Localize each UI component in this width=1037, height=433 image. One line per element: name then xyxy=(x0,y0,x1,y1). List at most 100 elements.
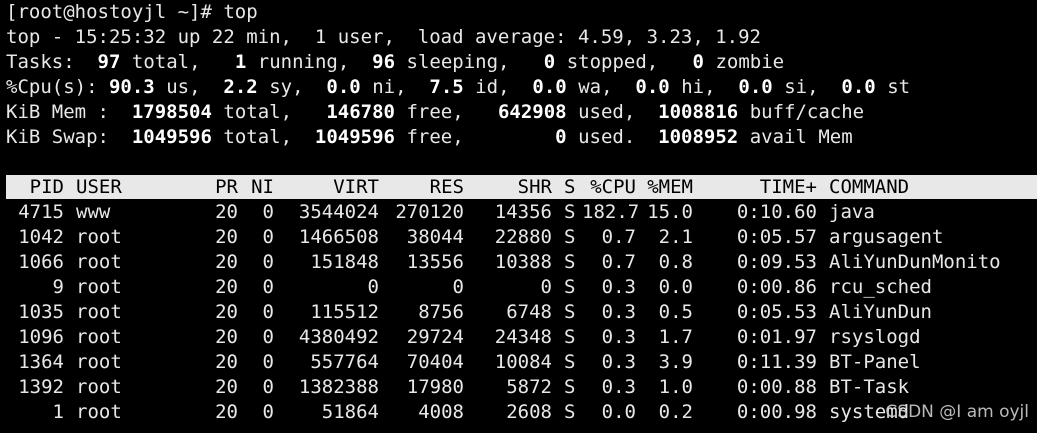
cell-pr: 20 xyxy=(215,251,238,273)
cell-cpu: 0.3 xyxy=(601,376,636,398)
cell-s: S xyxy=(564,401,576,423)
col-s: S xyxy=(564,176,576,198)
cell-ni: 0 xyxy=(262,401,274,423)
col-cpu: %CPU xyxy=(590,176,636,198)
cpu-line: %Cpu(s): 90.3 us, 2.2 sy, 0.0 ni, 7.5 id… xyxy=(6,76,911,98)
cell-shr: 14356 xyxy=(494,201,552,223)
table-row[interactable]: 1035 root 20 0 115512 8756 6748 S 0.3 0.5 0:05.53 A… xyxy=(6,300,932,325)
cell-command: AliYunDunMonito xyxy=(829,251,1001,273)
cell-ni: 0 xyxy=(262,276,274,298)
cell-time: 0:09.53 xyxy=(736,251,817,273)
cell-s: S xyxy=(564,226,576,248)
cell-shr: 0 xyxy=(540,276,552,298)
cell-pid: 1 xyxy=(52,401,64,423)
cell-time: 0:05.57 xyxy=(736,226,817,248)
cell-s: S xyxy=(564,251,576,273)
cell-user: root xyxy=(76,351,122,373)
cell-user: root xyxy=(76,226,122,248)
cell-cpu: 0.7 xyxy=(601,226,636,248)
cell-time: 0:05.53 xyxy=(736,301,817,323)
cell-s: S xyxy=(564,301,576,323)
cell-cpu: 182.7 xyxy=(582,201,640,223)
cell-command: rsyslogd xyxy=(829,326,921,348)
cell-pid: 1364 xyxy=(18,351,64,373)
cell-shr: 22880 xyxy=(494,226,552,248)
cell-ni: 0 xyxy=(262,226,274,248)
cell-time: 0:00.88 xyxy=(736,376,817,398)
cell-virt: 151848 xyxy=(310,251,379,273)
col-pid: PID xyxy=(29,176,64,198)
col-time: TIME+ xyxy=(759,176,817,198)
col-pr: PR xyxy=(215,176,238,198)
terminal-window[interactable]: [root@hostoyjl ~]# top top - 15:25:32 up… xyxy=(0,0,1037,433)
cell-shr: 24348 xyxy=(494,326,552,348)
table-row[interactable]: 1 root 20 0 51864 4008 2608 S 0.0 0.2 0:00.98 syste… xyxy=(6,400,910,425)
cell-time: 0:00.86 xyxy=(736,276,817,298)
cell-user: root xyxy=(76,401,122,423)
cell-res: 8756 xyxy=(418,301,464,323)
cell-user: www xyxy=(76,201,111,223)
cell-user: root xyxy=(76,376,122,398)
cell-virt: 0 xyxy=(367,276,379,298)
cell-pid: 1035 xyxy=(18,301,64,323)
shell-prompt: [root@hostoyjl ~]# top xyxy=(6,1,258,23)
cell-cpu: 0.3 xyxy=(601,301,636,323)
cell-mem: 0.2 xyxy=(658,401,693,423)
cell-shr: 10388 xyxy=(494,251,552,273)
table-row[interactable]: 1066 root 20 0 151848 13556 10388 S 0.7 0.8 0:09.5… xyxy=(6,250,1001,275)
table-row[interactable]: 9 root 20 0 0 0 0 S 0.3 0.0 0:00.86 rcu_sched xyxy=(6,275,932,300)
table-row[interactable]: 1392 root 20 0 1382388 17980 5872 S 0.3 1.0 0:00.8… xyxy=(6,375,909,400)
cell-command: BT-Panel xyxy=(829,351,921,373)
cell-pr: 20 xyxy=(215,401,238,423)
cell-command: AliYunDun xyxy=(829,301,932,323)
table-row[interactable]: 1042 root 20 0 1466508 38044 22880 S 0.7 2.1 0:05.… xyxy=(6,225,943,250)
cell-mem: 3.9 xyxy=(658,351,693,373)
cell-pr: 20 xyxy=(215,376,238,398)
cell-ni: 0 xyxy=(262,201,274,223)
tasks-line: Tasks: 97 total, 1 running, 96 sleeping,… xyxy=(6,51,785,73)
cell-res: 70404 xyxy=(406,351,464,373)
cell-command: argusagent xyxy=(829,226,944,248)
cell-mem: 15.0 xyxy=(647,201,693,223)
cell-res: 0 xyxy=(452,276,464,298)
table-row[interactable]: 4715 www 20 0 3544024 270120 14356 S 182.7 15.0 0:… xyxy=(6,200,875,225)
table-row[interactable]: 1096 root 20 0 4380492 29724 24348 S 0.3 1.7 0:01.… xyxy=(6,325,921,350)
col-shr: SHR xyxy=(517,176,552,198)
cell-shr: 6748 xyxy=(506,301,552,323)
cell-virt: 115512 xyxy=(310,301,379,323)
cell-cpu: 0.3 xyxy=(601,276,636,298)
cell-command: rcu_sched xyxy=(829,276,932,298)
cell-virt: 3544024 xyxy=(298,201,379,223)
cell-res: 13556 xyxy=(406,251,464,273)
swap-line: KiB Swap: 1049596 total, 1049596 free, 0… xyxy=(6,126,853,148)
col-virt: VIRT xyxy=(333,176,379,198)
cell-ni: 0 xyxy=(262,251,274,273)
process-table-header: PID USER PR NI VIRT RES SHR S %CPU %MEM TIME+ COMMA… xyxy=(6,175,1037,199)
cell-mem: 1.7 xyxy=(658,326,693,348)
cell-s: S xyxy=(564,326,576,348)
table-row[interactable]: 1364 root 20 0 557764 70404 10084 S 0.3 3.9 0:11.3… xyxy=(6,350,921,375)
cell-ni: 0 xyxy=(262,326,274,348)
col-command: COMMAND xyxy=(829,176,910,198)
cell-shr: 5872 xyxy=(506,376,552,398)
cell-mem: 1.0 xyxy=(658,376,693,398)
cell-ni: 0 xyxy=(262,376,274,398)
watermark: CSDN @I am oyjl xyxy=(885,402,1029,422)
col-mem: %MEM xyxy=(647,176,693,198)
cell-s: S xyxy=(564,376,576,398)
cell-mem: 0.5 xyxy=(658,301,693,323)
cell-virt: 1382388 xyxy=(298,376,379,398)
cell-time: 0:01.97 xyxy=(736,326,817,348)
cell-cpu: 0.0 xyxy=(601,401,636,423)
cell-pid: 1066 xyxy=(18,251,64,273)
col-res: RES xyxy=(429,176,464,198)
cell-pr: 20 xyxy=(215,326,238,348)
uptime-line: top - 15:25:32 up 22 min, 1 user, load a… xyxy=(6,26,761,48)
cell-pr: 20 xyxy=(215,226,238,248)
cell-shr: 10084 xyxy=(494,351,552,373)
cell-res: 4008 xyxy=(418,401,464,423)
cell-pr: 20 xyxy=(215,276,238,298)
cell-ni: 0 xyxy=(262,301,274,323)
cell-virt: 557764 xyxy=(310,351,379,373)
cell-time: 0:10.60 xyxy=(736,201,817,223)
